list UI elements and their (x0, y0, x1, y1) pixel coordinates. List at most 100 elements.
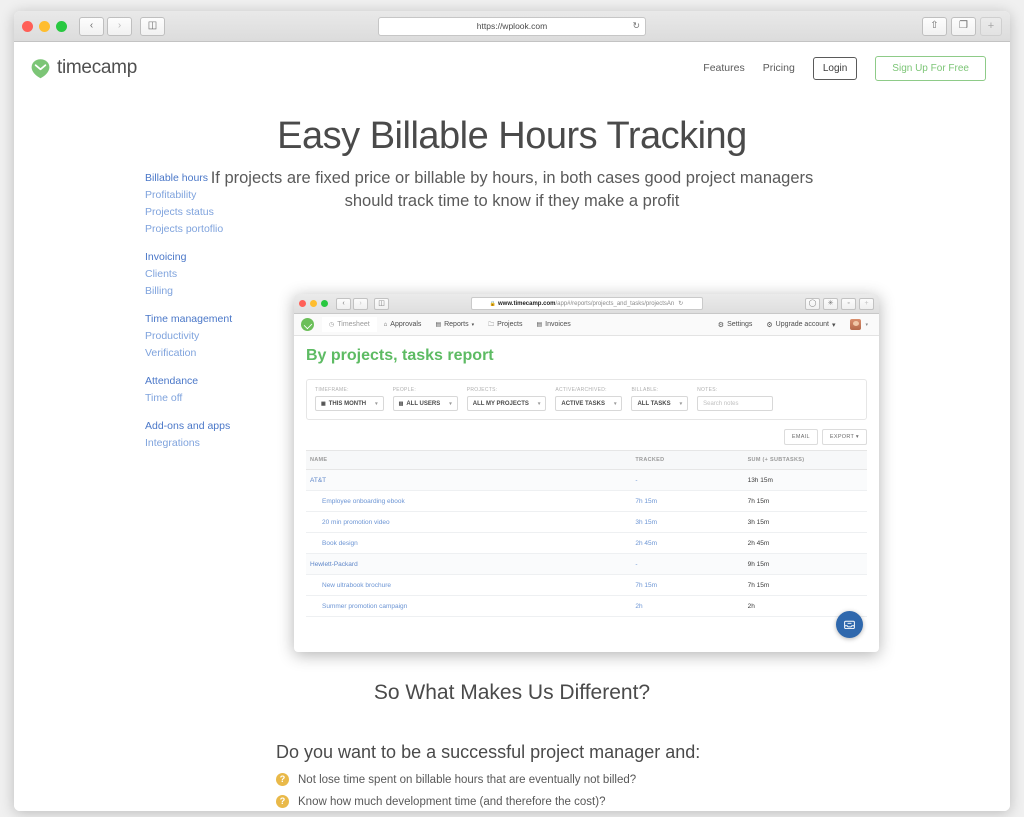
side-nav-item-4-0[interactable]: Integrations (145, 435, 255, 452)
side-nav-item-0-0[interactable]: Profitability (145, 187, 255, 204)
app-reload-icon[interactable]: ↻ (678, 300, 683, 307)
cell-name[interactable]: Hewlett-Packard (306, 553, 632, 575)
filter-select[interactable]: ACTIVE TASKS ▾ (555, 396, 623, 411)
app-tab-label: Approvals (390, 321, 422, 328)
app-upgrade-account-menu[interactable]: ⚙ Upgrade account ▾ (759, 317, 842, 333)
list-item-text: Know how much development time (and ther… (298, 795, 606, 808)
filter-select[interactable]: ▨ ALL USERS ▾ (392, 396, 458, 411)
table-row[interactable]: Employee onboarding ebook 7h 15m 7h 15m (306, 490, 867, 512)
reload-icon[interactable]: ↻ (632, 21, 640, 32)
app-tab-projects[interactable]: 🗀 Projects (481, 316, 529, 334)
cell-name[interactable]: 20 min promotion video (306, 511, 632, 533)
filter-select[interactable]: ALL TASKS ▾ (631, 396, 689, 411)
app-settings-menu[interactable]: ⚙ Settings (711, 317, 760, 333)
side-nav-item-2-0[interactable]: Productivity (145, 328, 255, 345)
nav-item-pricing[interactable]: Pricing (763, 62, 795, 74)
gear-icon-2: ⚙ (766, 321, 773, 329)
share-icon[interactable]: ⇧ (922, 16, 947, 36)
side-nav-item-1-0[interactable]: Clients (145, 266, 255, 283)
new-tab-icon[interactable]: + (980, 16, 1002, 36)
side-nav-head-3[interactable]: Attendance (145, 373, 255, 390)
side-nav-item-3-0[interactable]: Time off (145, 390, 255, 407)
back-button[interactable]: ‹ (79, 16, 104, 36)
side-nav-group: Attendance Time off (145, 373, 255, 407)
app-address-bar[interactable]: 🔒 www.timecamp.com/app#/reports/projects… (470, 297, 703, 310)
cell-name[interactable]: Summer promotion campaign (306, 595, 632, 617)
app-tab-invoices[interactable]: ▤ Invoices (529, 317, 577, 332)
column-header-tracked[interactable]: TRACKED (631, 450, 744, 470)
email-button[interactable]: EMAIL (783, 429, 818, 445)
app-close-button[interactable] (299, 300, 306, 307)
shield-icon[interactable]: ◯ (805, 297, 820, 310)
minimize-window-button[interactable] (39, 20, 50, 32)
settings-icon[interactable]: ◦ (841, 297, 856, 310)
cell-name[interactable]: AT&T (306, 469, 632, 491)
side-nav-item-0-2[interactable]: Projects portoflio (145, 221, 255, 238)
side-nav-group: Time management Productivity Verification (145, 311, 255, 362)
cell-tracked: 7h 15m (631, 574, 744, 596)
side-nav-item-1-1[interactable]: Billing (145, 283, 255, 300)
signup-button[interactable]: Sign Up For Free (875, 55, 986, 81)
browser-window: ‹ › ◫ https://wplook.com ↻ ⇧ ❐ + timecam… (14, 11, 1010, 811)
notes-search-input[interactable]: Search notes (697, 396, 774, 411)
chat-icon[interactable] (836, 611, 863, 638)
close-window-button[interactable] (22, 20, 33, 32)
report-actions: EMAIL EXPORT ▾ (306, 429, 867, 445)
side-nav-head-1[interactable]: Invoicing (145, 249, 255, 266)
app-back-button[interactable]: ‹ (336, 297, 351, 310)
people-icon: ▨ (398, 400, 404, 407)
filter-label: BILLABLE: (631, 387, 659, 393)
filter-bar: TIMEFRAME: ▦ THIS MONTH ▾ PEOPLE: ▨ ALL USERS ▾… (306, 379, 867, 420)
table-row[interactable]: Book design 2h 45m 2h 45m (306, 532, 867, 554)
app-new-tab-icon[interactable]: + (859, 297, 874, 310)
sidebar-toggle-icon[interactable]: ◫ (140, 16, 165, 36)
app-minimize-button[interactable] (310, 300, 317, 307)
app-forward-button[interactable]: › (353, 297, 368, 310)
filter-select[interactable]: ▦ THIS MONTH ▾ (315, 396, 384, 411)
cell-sum: 7h 15m (743, 574, 867, 596)
side-nav-item-2-1[interactable]: Verification (145, 345, 255, 362)
side-nav-head-4[interactable]: Add-ons and apps (145, 418, 255, 435)
forward-button[interactable]: › (107, 16, 132, 36)
table-row[interactable]: New ultrabook brochure 7h 15m 7h 15m (306, 574, 867, 596)
column-header-name[interactable]: NAME (306, 450, 632, 470)
table-row[interactable]: Summer promotion campaign 2h 2h (306, 595, 867, 617)
invoice-icon: ▤ (536, 322, 543, 328)
filter-0: TIMEFRAME: ▦ THIS MONTH ▾ (315, 387, 384, 411)
list-item-text: Not lose time spent on billable hours th… (298, 773, 637, 786)
table-row[interactable]: AT&T -13h 15m (306, 469, 867, 491)
side-nav-head-2[interactable]: Time management (145, 311, 255, 328)
filter-select[interactable]: ALL MY PROJECTS ▾ (466, 396, 547, 411)
cell-name[interactable]: New ultrabook brochure (306, 574, 632, 596)
cell-name[interactable]: Book design (306, 532, 632, 554)
export-button[interactable]: EXPORT ▾ (821, 429, 867, 445)
app-url-path: /app#/reports/projects_and_tasks/project… (555, 300, 675, 307)
app-maximize-button[interactable] (321, 300, 328, 307)
site-logo[interactable]: timecamp (30, 57, 137, 79)
app-tab-approvals[interactable]: ⌂ Approvals (377, 317, 429, 332)
maximize-window-button[interactable] (56, 20, 67, 32)
app-tab-reports[interactable]: ▤ Reports ▾ (428, 317, 481, 332)
avatar-chevron-down-icon[interactable]: ▾ (865, 322, 868, 328)
cell-sum: 7h 15m (743, 490, 867, 512)
app-tab-timesheet[interactable]: ◷ Timesheet (322, 317, 377, 332)
login-button[interactable]: Login (812, 56, 858, 80)
address-bar[interactable]: https://wplook.com ↻ (378, 16, 646, 36)
tabs-icon[interactable]: ❐ (951, 16, 976, 36)
side-nav-head-0[interactable]: Billable hours (145, 170, 255, 187)
side-nav-item-0-1[interactable]: Projects status (145, 204, 255, 221)
app-sidebar-toggle-icon[interactable]: ◫ (374, 297, 389, 310)
table-row[interactable]: 20 min promotion video 3h 15m 3h 15m (306, 511, 867, 533)
cell-tracked: 7h 15m (631, 490, 744, 512)
list-item: ? Know how much development time (and the… (276, 795, 916, 808)
nav-item-features[interactable]: Features (703, 62, 744, 74)
extension-icon[interactable]: ✳ (823, 297, 838, 310)
column-header-sum[interactable]: SUM (+ SUBTASKS) (743, 450, 867, 470)
filter-value: ALL USERS (406, 400, 441, 407)
avatar[interactable] (850, 319, 862, 330)
app-tab-label: Timesheet (337, 321, 370, 328)
cell-name[interactable]: Employee onboarding ebook (306, 490, 632, 512)
table-row[interactable]: Hewlett-Packard -9h 15m (306, 553, 867, 575)
app-nav-right: ⚙ Settings ⚙ Upgrade account ▾ ▾ (711, 317, 872, 333)
clock-icon: ◷ (329, 322, 335, 328)
